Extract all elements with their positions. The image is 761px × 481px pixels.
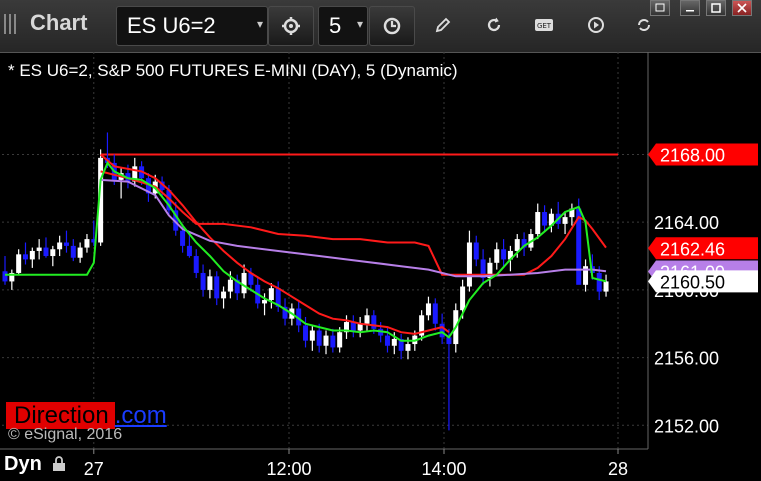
svg-text:GET: GET <box>537 22 552 30</box>
play-icon <box>588 17 604 33</box>
refresh-alt-icon <box>638 19 650 31</box>
copyright-text: © eSignal, 2016 <box>8 426 123 443</box>
candle-body <box>460 286 466 311</box>
interval-value: 5 <box>329 13 342 38</box>
chart-title: * ES U6=2, S&P 500 FUTURES E-MINI (DAY),… <box>8 61 458 80</box>
candle-body <box>57 242 63 250</box>
candle-body <box>207 276 213 290</box>
symbol-value: ES U6=2 <box>127 13 216 38</box>
chevron-down-icon: ▾ <box>256 17 263 31</box>
y-tick-label: 2152.00 <box>654 416 719 436</box>
interval-dropdown[interactable]: 5 ▾ <box>318 6 368 46</box>
candle-body <box>466 242 472 287</box>
refresh-button[interactable] <box>483 14 505 36</box>
candle-body <box>221 291 227 299</box>
candle-body <box>535 212 541 235</box>
candle-body <box>50 249 56 257</box>
candle-body <box>200 272 206 290</box>
candle-body <box>316 330 322 346</box>
candle-body <box>562 217 568 224</box>
window-close-button[interactable] <box>732 0 752 16</box>
y-tick-label: 2156.00 <box>654 349 719 369</box>
play-button[interactable] <box>585 14 607 36</box>
x-tick-label: 14:00 <box>421 459 466 479</box>
candle-body <box>514 239 520 251</box>
price-tag: 2162.46 <box>648 237 758 260</box>
window-restore-button[interactable] <box>650 0 670 16</box>
candle-body <box>425 303 431 316</box>
candle-body <box>186 245 192 257</box>
pencil-icon <box>435 17 451 33</box>
y-tick-label: 2164.00 <box>654 213 719 233</box>
draw-tool-button[interactable] <box>432 14 454 36</box>
interval-type-button[interactable] <box>369 6 415 46</box>
candle-body <box>180 230 186 246</box>
candle-body <box>494 249 500 263</box>
candle-body <box>364 315 370 324</box>
x-tick-label: 28 <box>608 459 628 479</box>
candle-body <box>227 279 233 292</box>
candle-body <box>63 242 69 246</box>
indicator-line <box>5 160 607 342</box>
candle-body <box>43 247 49 257</box>
window-minimize-button[interactable] <box>680 0 700 16</box>
window-restore-icon <box>655 3 665 12</box>
candle-body <box>542 212 548 226</box>
candle-body <box>337 332 343 348</box>
candle-body <box>29 250 35 260</box>
candle-body <box>391 338 397 346</box>
price-tag: 2160.50 <box>648 270 758 293</box>
bottom-left-label: Dyn <box>4 453 42 475</box>
candle-body <box>84 239 90 248</box>
candle-body <box>262 300 268 304</box>
candle-body <box>268 288 274 301</box>
sync-button[interactable] <box>633 14 655 36</box>
candle-body <box>439 323 445 338</box>
get-icon: GET <box>535 19 553 31</box>
window-title: Chart <box>30 10 88 35</box>
x-tick-label: 27 <box>84 459 104 479</box>
candle-body <box>16 254 22 273</box>
candle-body <box>384 335 390 346</box>
candle-body <box>2 271 8 282</box>
candle-body <box>309 330 315 341</box>
price-tag: 2168.00 <box>648 143 758 166</box>
window-minimize-icon <box>686 10 694 12</box>
candle-body <box>330 335 336 348</box>
grip-icon[interactable] <box>4 14 18 34</box>
candle-body <box>405 344 411 351</box>
x-tick-label: 12:00 <box>266 459 311 479</box>
lock-icon[interactable] <box>52 456 66 472</box>
candle-body <box>193 256 199 273</box>
chart-settings-button[interactable] <box>268 6 314 46</box>
window-close-icon <box>737 3 747 13</box>
candle-body <box>323 335 329 346</box>
candle-body <box>214 276 220 299</box>
candle-body <box>303 325 309 341</box>
price-tag-label: 2162.46 <box>660 239 725 259</box>
candle-body <box>596 272 602 292</box>
candle-body <box>70 245 76 258</box>
price-tag-label: 2160.50 <box>660 272 725 292</box>
refresh-icon <box>487 17 501 32</box>
get-button[interactable]: GET <box>533 14 555 36</box>
candle-body <box>473 242 479 260</box>
title-bar: Chart ES U6=2 ▾ 5 ▾ GET <box>0 0 761 53</box>
crosshair-gear-icon <box>282 17 300 35</box>
candle-body <box>241 272 247 294</box>
clock-icon <box>383 17 401 35</box>
candle-body <box>36 247 42 251</box>
window-maximize-button[interactable] <box>706 0 726 16</box>
candle-body <box>77 247 83 258</box>
candle-body <box>22 254 28 260</box>
candle-body <box>603 281 609 292</box>
indicator-line <box>99 153 450 335</box>
price-tag-label: 2168.00 <box>660 145 725 165</box>
candle-body <box>371 315 377 329</box>
symbol-dropdown[interactable]: ES U6=2 ▾ <box>116 6 268 46</box>
candle-body <box>501 249 507 260</box>
candle-body <box>432 303 438 324</box>
chevron-down-icon: ▾ <box>356 17 363 31</box>
window-maximize-icon <box>711 3 721 13</box>
